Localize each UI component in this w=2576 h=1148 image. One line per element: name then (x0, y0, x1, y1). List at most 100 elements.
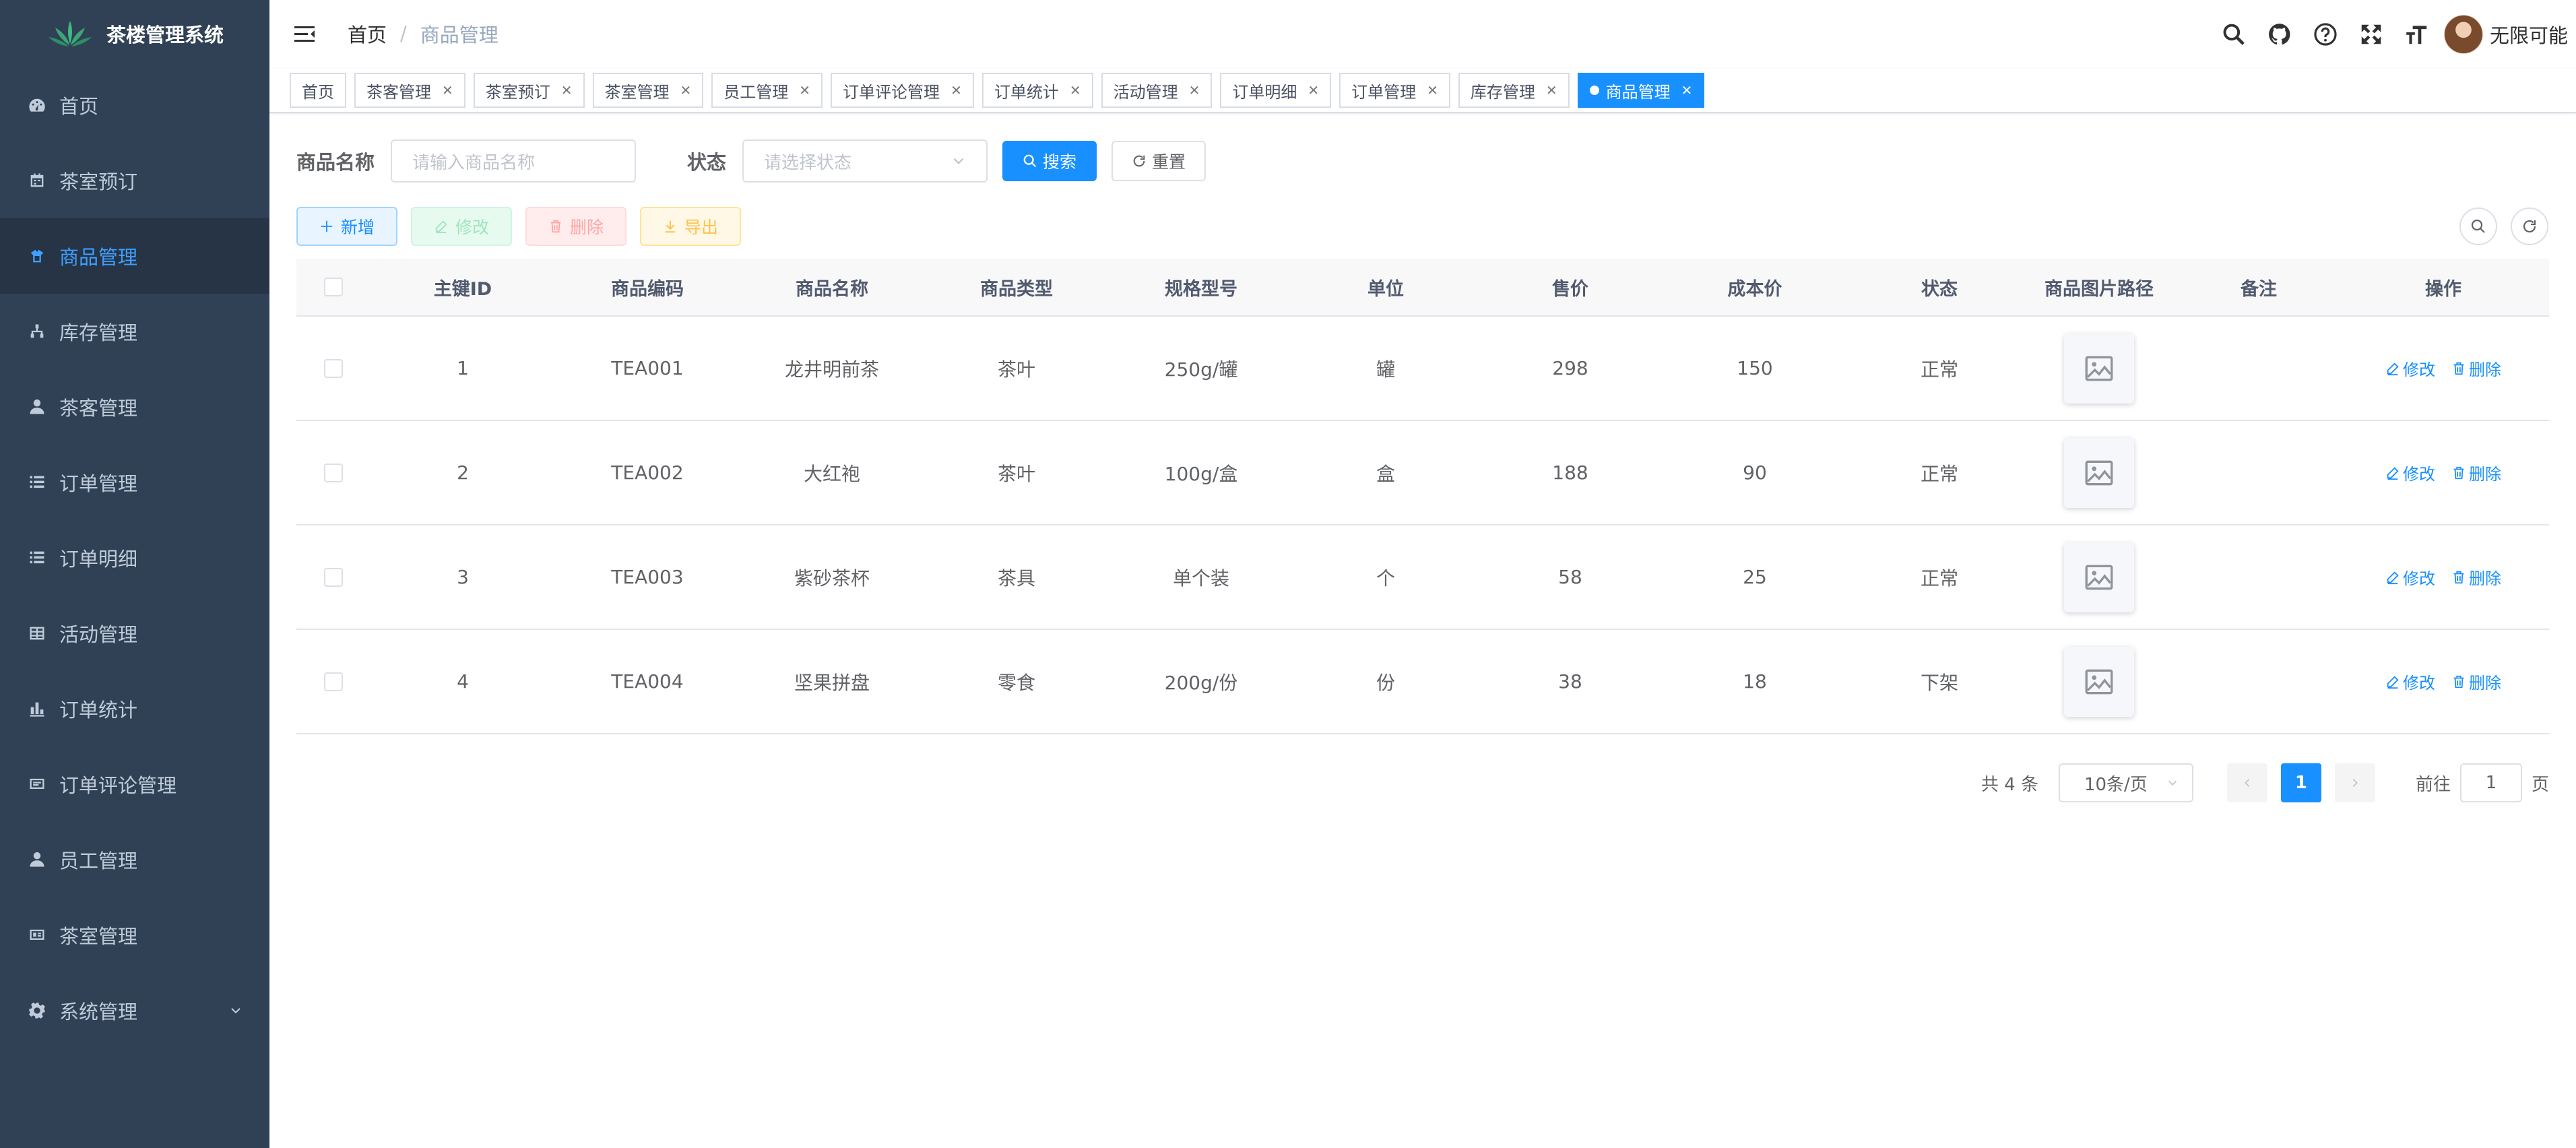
user-name: 无限可能 (2489, 24, 2568, 47)
tag-tea-rooms[interactable]: 茶室管理 ✕ (592, 73, 704, 108)
row-edit-link[interactable]: 修改 (2385, 670, 2435, 693)
tag-order-stats[interactable]: 订单统计 ✕ (981, 73, 1093, 108)
breadcrumb-home[interactable]: 首页 (348, 20, 387, 48)
page-size-select[interactable]: 10条/页 (2058, 763, 2193, 802)
search-button-label: 搜索 (1043, 152, 1077, 172)
sidebar-item-system[interactable]: 系统管理 (0, 973, 269, 1048)
next-page-button[interactable] (2334, 763, 2375, 802)
fullscreen-icon[interactable] (2348, 0, 2394, 69)
refresh-button[interactable] (2511, 208, 2548, 245)
cell-type: 茶叶 (997, 358, 1035, 381)
close-icon[interactable]: ✕ (1427, 82, 1438, 98)
trash-icon (2453, 675, 2464, 688)
image-placeholder[interactable] (2064, 646, 2134, 717)
select-all-checkbox[interactable] (324, 278, 343, 296)
close-icon[interactable]: ✕ (1681, 82, 1693, 98)
goods-name-input[interactable]: 请输入商品名称 (391, 139, 637, 183)
sidebar-item-goods[interactable]: 商品管理 (0, 218, 269, 294)
status-placeholder: 请选择状态 (764, 152, 852, 173)
row-delete-link[interactable]: 删除 (2451, 356, 2501, 380)
search-icon[interactable] (2211, 0, 2257, 69)
cell-code: TEA001 (611, 357, 684, 379)
close-icon[interactable]: ✕ (1189, 82, 1200, 98)
row-delete-link[interactable]: 删除 (2451, 565, 2501, 589)
row-delete-link[interactable]: 删除 (2451, 670, 2501, 693)
sidebar-item-room-booking[interactable]: 茶室预订 (0, 143, 269, 218)
sidebar-item-order-stats[interactable]: 订单统计 (0, 671, 269, 746)
row-checkbox[interactable] (324, 358, 343, 378)
export-button[interactable]: 导出 (640, 207, 742, 246)
sidebar-item-tea-rooms[interactable]: 茶室管理 (0, 897, 269, 973)
sidebar-item-inventory[interactable]: 库存管理 (0, 294, 269, 369)
tag-inventory[interactable]: 库存管理 ✕ (1458, 73, 1570, 108)
cell-name: 坚果拼盘 (794, 671, 870, 694)
close-icon[interactable]: ✕ (1308, 82, 1319, 98)
table-row[interactable]: 2 TEA002 大红袍 茶叶 100g/盒 盒 188 90 正常 修改 删除 (296, 421, 2549, 525)
tag-customers[interactable]: 茶客管理 ✕ (354, 73, 465, 108)
row-edit-link[interactable]: 修改 (2385, 461, 2435, 484)
prev-page-button[interactable] (2226, 763, 2267, 802)
page-number-button[interactable]: 1 (2280, 763, 2321, 802)
sidebar-item-customers[interactable]: 茶客管理 (0, 369, 269, 445)
tag-room-booking[interactable]: 茶室预订 ✕ (473, 73, 585, 108)
close-icon[interactable]: ✕ (799, 82, 810, 98)
tag-activities[interactable]: 活动管理 ✕ (1101, 73, 1213, 108)
close-icon[interactable]: ✕ (561, 82, 573, 98)
close-icon[interactable]: ✕ (951, 82, 962, 98)
image-placeholder[interactable] (2064, 333, 2134, 404)
row-checkbox[interactable] (324, 567, 343, 587)
close-icon[interactable]: ✕ (442, 82, 453, 98)
user-dropdown[interactable]: 无限可能 (2443, 15, 2568, 54)
search-button[interactable]: 搜索 (1002, 141, 1097, 181)
font-size-icon[interactable] (2394, 0, 2440, 69)
row-edit-link[interactable]: 修改 (2385, 565, 2435, 589)
image-placeholder[interactable] (2064, 437, 2134, 508)
reset-button[interactable]: 重置 (1112, 141, 1206, 181)
sidebar-item-activities[interactable]: 活动管理 (0, 596, 269, 671)
row-edit-link[interactable]: 修改 (2385, 356, 2435, 380)
download-icon (665, 220, 676, 233)
column-header: 主键ID (433, 278, 492, 300)
sidebar-item-order-comments[interactable]: 订单评论管理 (0, 746, 269, 822)
row-checkbox[interactable] (324, 672, 343, 691)
sidebar-item-orders[interactable]: 订单管理 (0, 445, 269, 520)
tag-staff[interactable]: 员工管理 ✕ (711, 73, 823, 108)
sidebar-item-home[interactable]: 首页 (0, 67, 269, 143)
tag-order-details[interactable]: 订单明细 ✕ (1220, 73, 1332, 108)
tag-orders[interactable]: 订单管理 ✕ (1339, 73, 1450, 108)
cell-price: 188 (1552, 461, 1588, 484)
goto-page-input[interactable]: 1 (2459, 763, 2522, 802)
row-checkbox[interactable] (324, 463, 343, 482)
delete-button[interactable]: 删除 (525, 207, 627, 246)
hamburger-icon[interactable] (292, 22, 317, 46)
tag-goods[interactable]: 商品管理 ✕ (1577, 73, 1705, 108)
close-icon[interactable]: ✕ (1070, 82, 1081, 98)
status-select[interactable]: 请选择状态 (742, 139, 988, 183)
sidebar-item-staff[interactable]: 员工管理 (0, 822, 269, 897)
room-icon (27, 925, 47, 945)
sidebar-item-order-details[interactable]: 订单明细 (0, 520, 269, 596)
tag-home[interactable]: 首页 (290, 73, 346, 108)
breadcrumb-separator: / (400, 22, 407, 45)
add-button[interactable]: 新增 (296, 207, 398, 246)
image-placeholder[interactable] (2064, 542, 2134, 612)
tag-order-comments[interactable]: 订单评论管理 ✕ (831, 73, 974, 108)
cell-actions: 修改 删除 (2351, 461, 2536, 484)
cell-image (2032, 437, 2166, 508)
table-row[interactable]: 3 TEA003 紫砂茶杯 茶具 单个装 个 58 25 正常 修改 删除 (296, 525, 2549, 630)
table-row[interactable]: 1 TEA001 龙井明前茶 茶叶 250g/罐 罐 298 150 正常 修改… (296, 317, 2549, 421)
cell-code: TEA004 (611, 670, 684, 693)
cell-price: 298 (1552, 357, 1588, 379)
plus-icon (321, 220, 333, 232)
toggle-search-button[interactable] (2459, 208, 2497, 245)
close-icon[interactable]: ✕ (1546, 82, 1557, 98)
table-row[interactable]: 4 TEA004 坚果拼盘 零食 200g/份 份 38 18 下架 修改 删除 (296, 630, 2549, 734)
cell-status: 正常 (1920, 462, 1958, 485)
edit-button[interactable]: 修改 (411, 207, 513, 246)
export-button-label: 导出 (684, 218, 719, 237)
logo[interactable]: 茶楼管理系统 (0, 0, 269, 67)
row-delete-link[interactable]: 删除 (2451, 461, 2501, 484)
help-icon[interactable] (2303, 0, 2348, 69)
close-icon[interactable]: ✕ (680, 82, 692, 98)
github-icon[interactable] (2257, 0, 2303, 69)
